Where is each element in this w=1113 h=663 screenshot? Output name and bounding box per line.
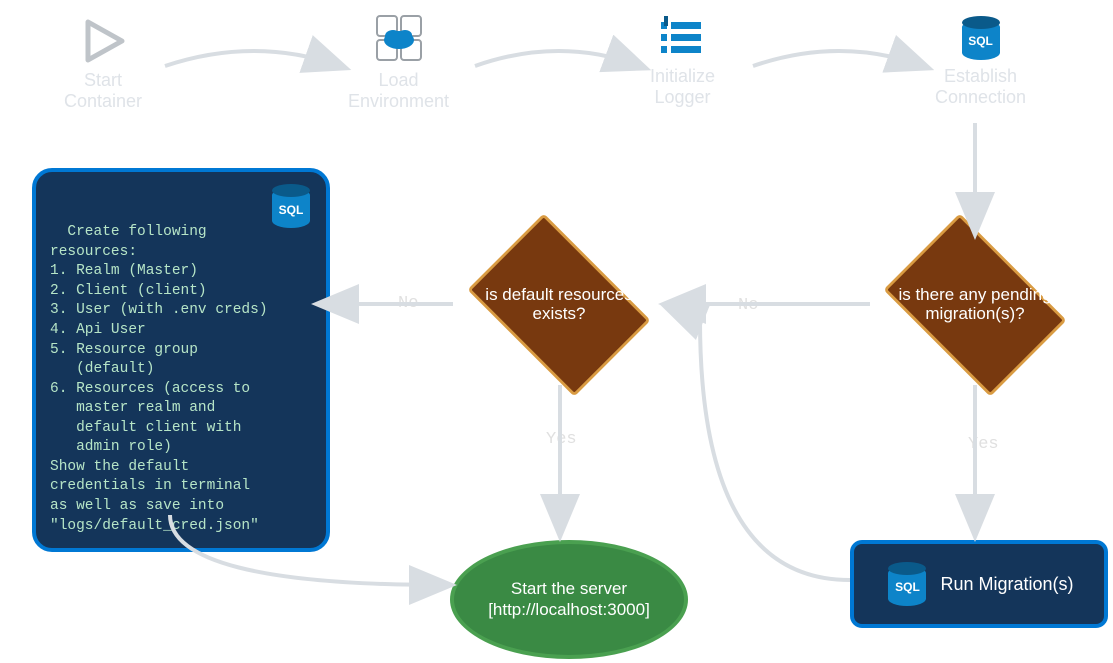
- arrow: [548, 380, 572, 540]
- node-initialize-logger: Initialize Logger: [650, 16, 715, 107]
- list-icon: [659, 16, 707, 60]
- decision-text: is there any pending migration(s)?: [892, 286, 1058, 323]
- node-label: Initialize: [650, 66, 715, 86]
- node-run-migrations: SQL Run Migration(s): [850, 540, 1108, 628]
- node-label: Container: [64, 91, 142, 111]
- arrow: [318, 289, 458, 319]
- arrow: [165, 510, 455, 600]
- node-label: Environment: [348, 91, 449, 111]
- node-label: Logger: [654, 87, 710, 107]
- arrow: [963, 380, 987, 540]
- node-label: Start the server: [511, 579, 627, 598]
- create-resources-body: Create following resources: 1. Realm (Ma…: [50, 224, 268, 533]
- node-label: [http://localhost:3000]: [488, 600, 650, 619]
- play-icon: [80, 18, 126, 64]
- arrow: [160, 36, 350, 96]
- sql-database-icon: SQL: [958, 16, 1004, 60]
- node-create-resources: SQL Create following resources: 1. Realm…: [32, 168, 330, 552]
- node-load-environment: Load Environment: [348, 12, 449, 111]
- node-label: Load: [379, 70, 419, 90]
- node-label: Run Migration(s): [940, 574, 1073, 595]
- sql-icon-text: SQL: [268, 202, 314, 218]
- arrow: [748, 36, 933, 96]
- node-label: Establish: [944, 66, 1017, 86]
- decision-text: is default resources exists?: [476, 286, 642, 323]
- sql-icon-text: SQL: [884, 580, 930, 594]
- decision-default-resources: is default resources exists?: [454, 230, 664, 380]
- arrow: [963, 118, 987, 238]
- arrow: [690, 300, 860, 600]
- sql-database-icon: SQL: [268, 184, 314, 228]
- arrow: [470, 36, 650, 96]
- sql-icon-text: SQL: [958, 34, 1004, 48]
- node-label: Connection: [935, 87, 1026, 107]
- node-start-server: Start the server [http://localhost:3000]: [450, 540, 688, 659]
- sql-database-icon: SQL: [884, 562, 930, 606]
- node-label: Start: [84, 70, 122, 90]
- node-start-container: Start Container: [64, 18, 142, 111]
- decision-pending-migrations: is there any pending migration(s)?: [870, 230, 1080, 380]
- grid-cloud-icon: [373, 12, 425, 64]
- node-establish-connection: SQL Establish Connection: [935, 16, 1026, 107]
